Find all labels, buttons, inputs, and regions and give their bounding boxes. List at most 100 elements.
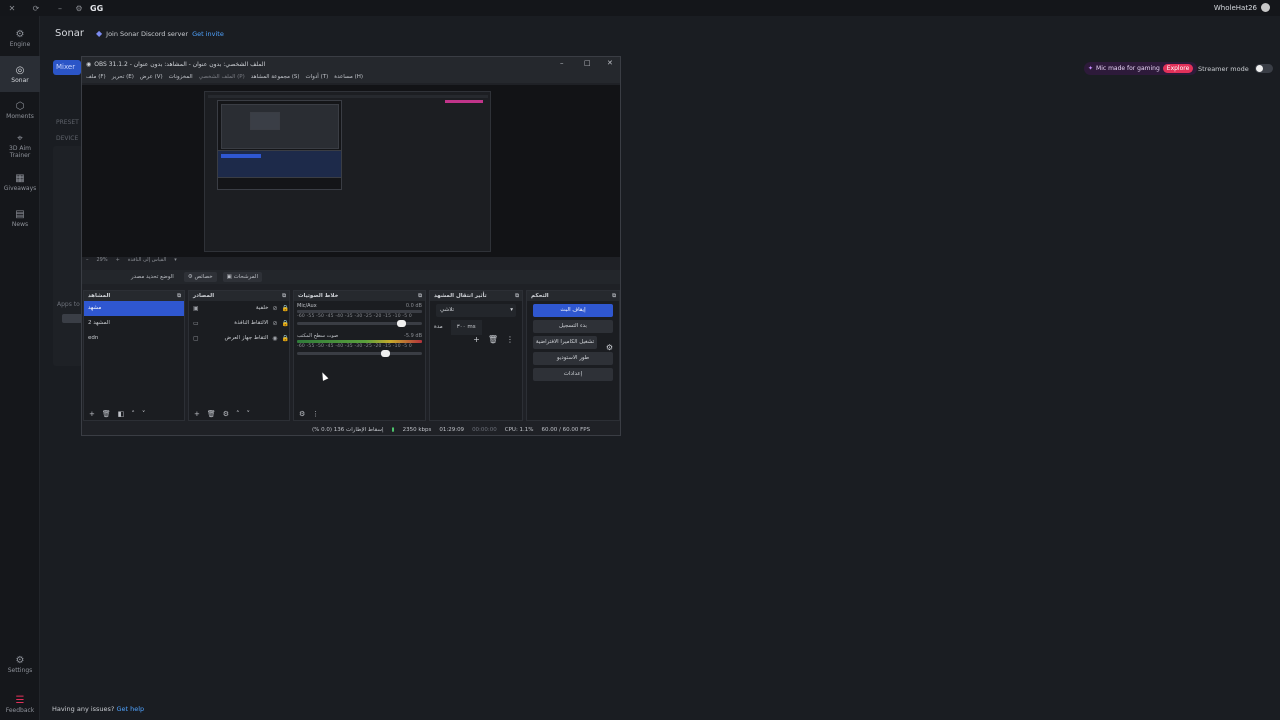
- trash-icon[interactable]: 🗑: [102, 410, 111, 418]
- discord-banner[interactable]: ◆ Join Sonar Discord server Get invite: [96, 28, 224, 39]
- sidebar-item-aim-trainer[interactable]: ⌖ 3D Aim Trainer: [0, 128, 40, 164]
- preview-canvas: [204, 91, 491, 252]
- list-item[interactable]: ▢ التقاط جهاز العرض ◉ 🔒: [189, 331, 289, 346]
- menu-file[interactable]: ملف (F): [86, 74, 106, 80]
- duration-row: مدة ٣٠٠ ms: [430, 320, 522, 335]
- scenes-toolbar: + 🗑 ◧ ˄ ˅: [84, 408, 184, 420]
- scenes-header: المشاهد ⧉: [84, 291, 184, 301]
- volume-slider[interactable]: [297, 320, 422, 327]
- menu-scene-collection[interactable]: مجموعة المشاهد (S): [251, 74, 300, 80]
- aim-icon: ⌖: [17, 133, 23, 144]
- duration-label: مدة: [434, 324, 443, 330]
- chevron-down-icon[interactable]: ˅: [142, 410, 146, 418]
- obs-logo-icon: ◉: [86, 60, 92, 68]
- menu-profile[interactable]: الملف الشخصي (P): [199, 74, 245, 80]
- zoom-in-icon[interactable]: +: [116, 257, 120, 263]
- tab-filters[interactable]: ▣ المرشحات: [222, 272, 262, 282]
- maximize-icon[interactable]: □: [584, 59, 591, 67]
- streamer-mode-toggle[interactable]: [1254, 64, 1273, 73]
- news-icon: ▤: [15, 208, 25, 220]
- more-icon[interactable]: ⋮: [312, 410, 319, 418]
- lock-icon[interactable]: 🔒: [282, 331, 289, 346]
- mixer-toolbar: ⚙ ⋮: [294, 408, 425, 420]
- list-item[interactable]: edn: [84, 331, 184, 346]
- sidebar-item-settings[interactable]: ⚙ Settings: [0, 646, 40, 682]
- engine-icon: ⚙: [15, 28, 25, 40]
- settings-button[interactable]: إعدادات: [533, 368, 613, 381]
- list-item[interactable]: ▣ خلفية ⊘ 🔒: [189, 301, 289, 316]
- tab-mixer[interactable]: Mixer: [53, 60, 81, 75]
- sidebar-item-moments[interactable]: ⬡ Moments: [0, 92, 40, 128]
- lock-icon[interactable]: 🔒: [282, 316, 289, 331]
- duration-input[interactable]: ٣٠٠ ms: [450, 320, 482, 335]
- hidden-icon[interactable]: ⊘: [272, 316, 277, 331]
- list-item[interactable]: مشهد: [84, 301, 184, 316]
- add-icon[interactable]: +: [194, 410, 200, 418]
- menu-tools[interactable]: أدوات (T): [306, 74, 329, 80]
- app-chip[interactable]: [62, 314, 82, 323]
- close-icon[interactable]: ✕: [0, 4, 24, 13]
- minimize-icon[interactable]: –: [48, 4, 72, 13]
- list-item[interactable]: ▭ الالتقاط النافذة ⊘ 🔒: [189, 316, 289, 331]
- lock-icon[interactable]: 🔒: [282, 301, 289, 316]
- explore-button[interactable]: Explore: [1162, 64, 1194, 73]
- chevron-down-icon[interactable]: ˅: [247, 410, 251, 418]
- discord-link[interactable]: Get invite: [192, 30, 224, 38]
- zoom-out-icon[interactable]: –: [86, 257, 89, 263]
- sidebar-item-label: Feedback: [5, 706, 35, 714]
- tab-properties[interactable]: ⚙ خصائص: [183, 272, 217, 282]
- sidebar-item-feedback[interactable]: ☰ Feedback: [0, 686, 40, 720]
- filter-icon[interactable]: ◧: [118, 410, 125, 418]
- minimize-icon[interactable]: –: [560, 59, 564, 67]
- refresh-icon[interactable]: ⟳: [24, 4, 48, 13]
- sidebar-item-label: Engine: [9, 40, 31, 48]
- mic-icon: ✦: [1088, 65, 1094, 72]
- start-recording-button[interactable]: بدء التسجيل: [533, 320, 613, 333]
- close-icon[interactable]: ✕: [607, 59, 613, 67]
- hidden-icon[interactable]: ⊘: [272, 301, 277, 316]
- sidebar-item-giveaways[interactable]: ▦ Giveaways: [0, 164, 40, 200]
- menu-help[interactable]: مساعدة (H): [334, 74, 363, 80]
- menu-docks[interactable]: المخزونات: [169, 74, 193, 80]
- sidebar-item-label: Moments: [6, 112, 34, 120]
- audio-meter: [297, 310, 422, 313]
- studio-mode-button[interactable]: طور الاستوديو: [533, 352, 613, 365]
- zoom-label[interactable]: القياس إلى النافذة: [128, 257, 166, 263]
- virtual-camera-button[interactable]: تشغيل الكاميرا الافتراضية: [533, 336, 597, 349]
- user-menu[interactable]: WholeHat26: [1214, 3, 1270, 12]
- menu-view[interactable]: عرض (V): [140, 74, 163, 80]
- help-link[interactable]: Get help: [116, 705, 144, 713]
- trash-icon[interactable]: 🗑: [207, 410, 216, 418]
- trash-icon[interactable]: 🗑: [488, 335, 498, 344]
- title-bar: ✕ ⟳ – ⚙ GG WholeHat26: [0, 0, 1280, 16]
- menu-edit[interactable]: تحرير (E): [112, 74, 134, 80]
- sidebar-item-engine[interactable]: ⚙ Engine: [0, 20, 40, 56]
- more-icon[interactable]: ⋮: [506, 335, 514, 344]
- mixer-track: Mic/Aux 0.0 dB -60 -55 -50 -45 -40 -35 -…: [294, 301, 425, 327]
- obs-preview[interactable]: [82, 85, 620, 257]
- chevron-up-icon[interactable]: ˄: [236, 410, 240, 418]
- sidebar: ⚙ Engine ◎ Sonar ⬡ Moments ⌖ 3D Aim Trai…: [0, 16, 40, 720]
- chevron-up-icon[interactable]: ˄: [131, 410, 135, 418]
- settings-icon[interactable]: ⚙: [299, 410, 305, 418]
- chevron-down-icon[interactable]: ▾: [174, 257, 177, 263]
- list-item[interactable]: المشهد 2: [84, 316, 184, 331]
- sidebar-item-news[interactable]: ▤ News: [0, 200, 40, 236]
- sidebar-item-sonar[interactable]: ◎ Sonar: [0, 56, 40, 92]
- mic-promo[interactable]: ✦ Mic made for gaming Explore: [1084, 62, 1198, 75]
- tab-source-mode[interactable]: الوضع تحديد مصدر: [127, 272, 178, 282]
- add-icon[interactable]: +: [89, 410, 95, 418]
- zoom-controls: – 29% + القياس إلى النافذة ▾: [86, 257, 177, 263]
- gear-icon[interactable]: ⚙: [223, 410, 229, 418]
- stop-streaming-button[interactable]: إيقاف البث: [533, 304, 613, 317]
- gear-icon[interactable]: ⚙: [606, 343, 613, 352]
- add-icon[interactable]: +: [473, 335, 480, 344]
- fps: 60.00 / 60.00 FPS: [541, 427, 591, 433]
- volume-slider[interactable]: [297, 350, 422, 357]
- obs-context-bar: الوضع تحديد مصدر ⚙ خصائص ▣ المرشحات: [82, 270, 620, 284]
- eye-icon[interactable]: ◉: [272, 331, 277, 346]
- sources-toolbar: + 🗑 ⚙ ˄ ˅: [189, 408, 289, 420]
- transition-select[interactable]: تلاشي ▾: [436, 304, 516, 317]
- mixer-header: خلاط الصوتيات ⧉: [294, 291, 425, 301]
- obs-window[interactable]: ◉ OBS 31.1.2 - الملف الشخصي: بدون عنوان …: [81, 56, 621, 436]
